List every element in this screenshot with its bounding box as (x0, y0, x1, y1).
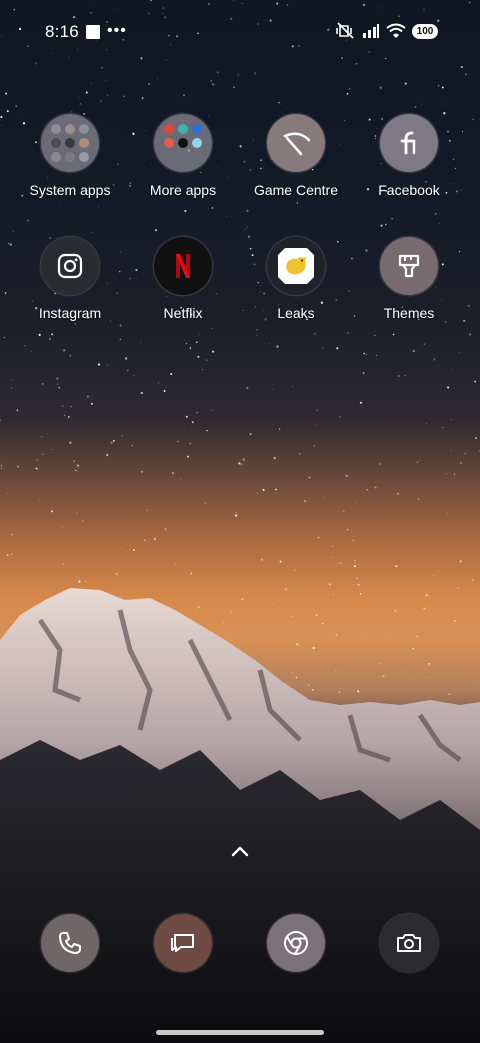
dock-phone-button[interactable] (41, 914, 99, 972)
app-more-apps[interactable]: More apps (128, 114, 238, 198)
more-notifications-icon: ••• (107, 22, 127, 39)
app-facebook[interactable]: Facebook (354, 114, 464, 198)
vibrate-mute-icon (336, 22, 354, 39)
app-game-centre[interactable]: Game Centre (241, 114, 351, 198)
home-indicator[interactable] (156, 1030, 324, 1035)
app-label: Netflix (163, 305, 203, 321)
app-netflix[interactable]: Netflix (128, 237, 238, 321)
more-apps-folder-icon (154, 114, 212, 172)
status-bar: 8:16 ••• 100 (0, 0, 480, 64)
dock-camera-button[interactable] (380, 914, 438, 972)
battery-indicator: 100 (412, 23, 438, 39)
app-drawer-arrow-icon[interactable] (229, 843, 251, 859)
app-themes[interactable]: Themes (354, 237, 464, 321)
game-centre-icon (267, 114, 325, 172)
camera-icon (397, 934, 421, 952)
app-label: Facebook (378, 182, 440, 198)
netflix-icon (154, 237, 212, 295)
phone-icon (59, 932, 81, 954)
app-label: Game Centre (253, 182, 339, 198)
app-system-apps[interactable]: System apps (15, 114, 125, 198)
instagram-icon (41, 237, 99, 295)
app-instagram[interactable]: Instagram (15, 237, 125, 321)
leaks-icon (267, 237, 325, 295)
signal-icon (363, 24, 379, 38)
app-label: More apps (149, 182, 217, 198)
wifi-icon (386, 23, 406, 38)
app-label: Themes (383, 305, 435, 321)
clock: 8:16 (45, 22, 79, 41)
app-label: Leaks (277, 305, 315, 321)
messages-icon (171, 934, 194, 952)
themes-icon (380, 237, 438, 295)
app-label: System apps (29, 182, 111, 198)
dock-messages-button[interactable] (154, 914, 212, 972)
app-leaks[interactable]: Leaks (241, 237, 351, 321)
chrome-icon (284, 931, 308, 955)
system-apps-folder-icon (41, 114, 99, 172)
app-label: Instagram (38, 305, 102, 321)
notification-square-icon (86, 25, 100, 39)
dock-chrome-button[interactable] (267, 914, 325, 972)
facebook-icon (380, 114, 438, 172)
home-screen: 8:16 ••• 100 System apps More apps Game … (0, 0, 480, 1043)
